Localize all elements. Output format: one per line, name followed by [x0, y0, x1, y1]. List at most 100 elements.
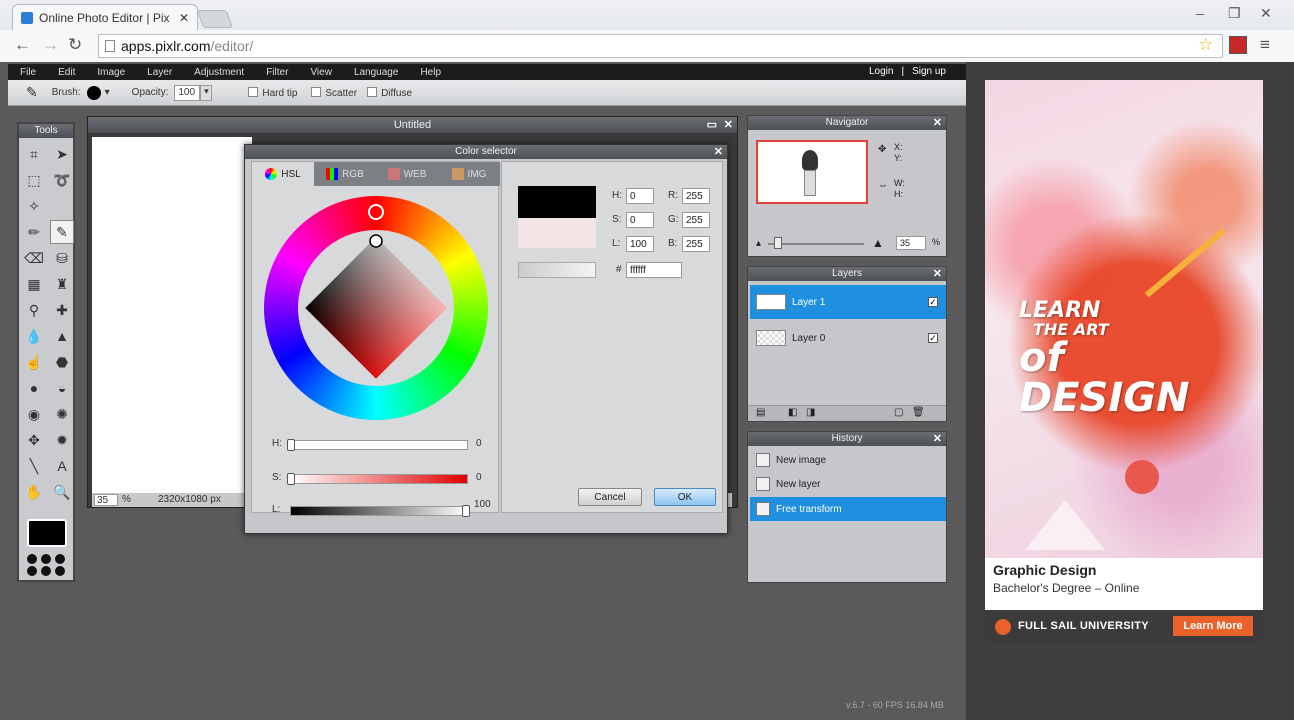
drop-icon[interactable]: 💧 [22, 324, 46, 348]
l-slider-knob[interactable] [462, 505, 470, 517]
burn-icon[interactable]: ● [22, 376, 46, 400]
brush-preview[interactable] [86, 85, 101, 100]
navigator-preview[interactable] [756, 140, 868, 204]
diffuse-checkbox[interactable] [367, 86, 378, 97]
close-window-icon[interactable]: ✕ [1260, 5, 1272, 22]
new-layer-icon[interactable]: ▢ [894, 407, 903, 418]
close-dialog-icon[interactable]: ✕ [714, 145, 723, 159]
zoom-input[interactable]: 35 [94, 494, 118, 506]
g-input[interactable]: 255 [682, 212, 710, 228]
brush-dropdown-icon[interactable]: ▾ [105, 87, 110, 98]
delete-layer-icon[interactable]: 🗑 [912, 407, 925, 418]
tab-hsl[interactable]: HSL [252, 162, 314, 186]
tab-img[interactable]: IMG [438, 162, 500, 186]
picker-icon[interactable]: ⚲ [22, 298, 46, 322]
redeye-icon[interactable]: ◉ [22, 402, 46, 426]
browser-tab[interactable]: Online Photo Editor | Pix ✕ [12, 4, 198, 30]
history-item[interactable]: New image [750, 448, 946, 472]
s-slider[interactable] [290, 474, 468, 484]
hex-input[interactable]: ffffff [626, 262, 682, 278]
move-icon[interactable]: ➤ [50, 142, 74, 166]
menu-language[interactable]: Language [354, 67, 399, 78]
login-link[interactable]: Login [869, 66, 893, 77]
zoom-out-icon[interactable]: ▴ [756, 238, 761, 249]
swatch-dots[interactable] [27, 554, 67, 576]
canvas[interactable] [92, 137, 252, 493]
extension-icon[interactable] [1229, 36, 1247, 54]
s-input[interactable]: 0 [626, 212, 654, 228]
layer-mask-icon[interactable]: ◧ [788, 407, 797, 418]
h-slider-knob[interactable] [287, 439, 295, 451]
close-history-icon[interactable]: ✕ [933, 432, 942, 446]
close-document-icon[interactable]: ✕ [724, 117, 733, 133]
back-icon[interactable]: ← [14, 35, 31, 55]
zoom-icon[interactable]: 🔍 [50, 480, 74, 504]
stamp-icon[interactable]: ♜ [50, 272, 74, 296]
bookmark-star-icon[interactable]: ☆ [1198, 35, 1213, 55]
marquee-icon[interactable]: ⬚ [22, 168, 46, 192]
gradient-icon[interactable]: ▦ [22, 272, 46, 296]
bloat-icon[interactable]: ✹ [50, 428, 74, 452]
menu-help[interactable]: Help [420, 67, 441, 78]
url-input[interactable]: apps.pixlr.com/editor/ [98, 34, 1223, 58]
r-input[interactable]: 255 [682, 188, 710, 204]
layer-style-icon[interactable]: ◨ [806, 407, 815, 418]
close-tab-icon[interactable]: ✕ [179, 11, 189, 25]
smudge-icon[interactable]: ☝ [22, 350, 46, 374]
layer-settings-icon[interactable]: ▤ [756, 407, 765, 418]
b-input[interactable]: 255 [682, 236, 710, 252]
spot-heal-icon[interactable]: ✚ [50, 298, 74, 322]
menu-file[interactable]: File [20, 67, 36, 78]
layer-visibility-checkbox[interactable]: ✓ [928, 333, 938, 343]
sharpen-icon[interactable]: ▲ [50, 324, 74, 348]
liquify-icon[interactable]: ✺ [50, 402, 74, 426]
navigator-zoom-input[interactable]: 35 [896, 236, 926, 250]
h-slider[interactable] [290, 440, 468, 450]
zoom-slider[interactable] [768, 243, 864, 245]
pencil-icon[interactable]: ✏ [22, 220, 46, 244]
crop-icon[interactable]: ⌗ [22, 142, 46, 166]
diffuse-option[interactable]: Diffuse [367, 86, 412, 99]
tab-web[interactable]: WEB [376, 162, 438, 186]
h-input[interactable]: 0 [626, 188, 654, 204]
hand-icon[interactable]: ✋ [22, 480, 46, 504]
hue-wheel[interactable] [264, 196, 488, 420]
bucket-icon[interactable]: ⛁ [50, 246, 74, 270]
forward-icon[interactable]: → [42, 35, 59, 55]
advertisement[interactable]: LEARN THE ART of DESIGN Graphic Design B… [985, 80, 1263, 642]
pinch-icon[interactable]: ✥ [22, 428, 46, 452]
cancel-button[interactable]: Cancel [578, 488, 642, 506]
l-input[interactable]: 100 [626, 236, 654, 252]
layer-row[interactable]: Layer 0 ✓ [750, 321, 946, 355]
hard-tip-option[interactable]: Hard tip [248, 86, 297, 99]
new-tab-button[interactable] [196, 10, 234, 28]
opacity-input[interactable]: 100 [174, 84, 201, 101]
l-slider[interactable] [290, 506, 468, 516]
menu-image[interactable]: Image [97, 67, 125, 78]
zoom-slider-knob[interactable] [774, 237, 782, 249]
restore-icon[interactable]: ❐ [1228, 5, 1241, 22]
scatter-checkbox[interactable] [311, 86, 322, 97]
learn-more-button[interactable]: Learn More [1173, 616, 1253, 636]
zoom-in-icon[interactable]: ▲ [872, 236, 884, 250]
lasso-icon[interactable]: ➰ [50, 168, 74, 192]
history-item[interactable]: Free transform [750, 497, 946, 521]
dodge-icon[interactable]: ◒ [50, 376, 74, 400]
layer-visibility-checkbox[interactable]: ✓ [928, 297, 938, 307]
color-swatch[interactable] [27, 519, 67, 547]
history-item[interactable]: New layer [750, 472, 946, 496]
menu-filter[interactable]: Filter [266, 67, 288, 78]
scatter-option[interactable]: Scatter [311, 86, 357, 99]
menu-edit[interactable]: Edit [58, 67, 75, 78]
reload-icon[interactable]: ↻ [68, 35, 82, 55]
wand-icon[interactable]: ✧ [22, 194, 46, 218]
s-slider-knob[interactable] [287, 473, 295, 485]
menu-adjustment[interactable]: Adjustment [194, 67, 244, 78]
hard-tip-checkbox[interactable] [248, 86, 259, 97]
menu-icon[interactable]: ≡ [1260, 35, 1270, 55]
eraser-icon[interactable]: ⌫ [22, 246, 46, 270]
tab-rgb[interactable]: RGB [314, 162, 376, 186]
menu-layer[interactable]: Layer [147, 67, 172, 78]
line-icon[interactable]: ╲ [22, 454, 46, 478]
opacity-dropdown-icon[interactable]: ▾ [200, 84, 213, 101]
